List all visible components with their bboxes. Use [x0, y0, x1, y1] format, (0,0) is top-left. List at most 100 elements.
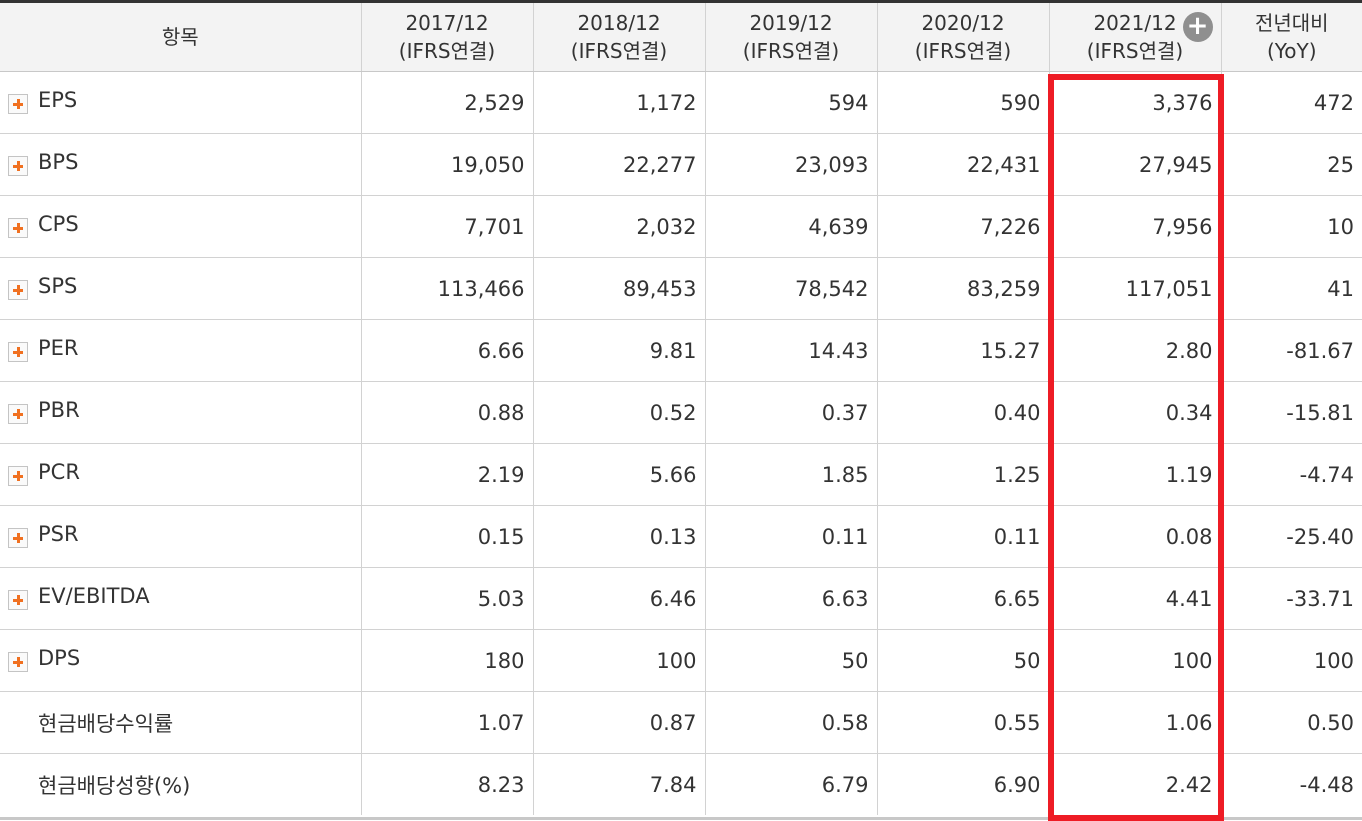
row-item[interactable]: PER	[8, 334, 79, 362]
expand-plus-icon[interactable]	[8, 342, 28, 362]
row-item[interactable]: PSR	[8, 520, 79, 548]
header-basis: (IFRS연결)	[534, 37, 705, 65]
value-cell: 22,431	[877, 134, 1049, 196]
header-2020: 2020/12 (IFRS연결)	[877, 3, 1049, 72]
expand-plus-icon[interactable]	[8, 466, 28, 486]
expand-plus-icon[interactable]	[8, 218, 28, 238]
table-row: PBR0.880.520.370.400.34-15.81	[0, 382, 1362, 444]
row-item-cell[interactable]: PCR	[0, 444, 361, 506]
value-cell: 7,226	[877, 196, 1049, 258]
table-row: DPS1801005050100100	[0, 630, 1362, 692]
row-item-cell[interactable]: BPS	[0, 134, 361, 196]
row-item-cell[interactable]: CPS	[0, 196, 361, 258]
row-item-cell[interactable]: EV/EBITDA	[0, 568, 361, 630]
row-label: EPS	[38, 88, 77, 112]
expand-plus-icon[interactable]	[8, 404, 28, 424]
row-label: 현금배당성향(%)	[8, 770, 190, 800]
row-item[interactable]: EV/EBITDA	[8, 582, 150, 610]
row-label: SPS	[38, 274, 77, 298]
value-cell: 2.19	[361, 444, 533, 506]
value-cell: 27,945	[1049, 134, 1221, 196]
value-cell: 0.11	[705, 506, 877, 568]
value-cell: 1.19	[1049, 444, 1221, 506]
value-cell: 0.52	[533, 382, 705, 444]
value-cell: 0.08	[1049, 506, 1221, 568]
row-label: CPS	[38, 212, 79, 236]
row-label: DPS	[38, 646, 80, 670]
value-cell: 6.66	[361, 320, 533, 382]
expand-plus-icon[interactable]	[8, 94, 28, 114]
value-cell: 0.87	[533, 692, 705, 754]
value-cell: 7,701	[361, 196, 533, 258]
row-item-cell[interactable]: DPS	[0, 630, 361, 692]
header-period: 2019/12	[706, 9, 877, 37]
row-item[interactable]: EPS	[8, 86, 77, 114]
header-yoy: 전년대비 (YoY)	[1221, 3, 1362, 72]
value-cell: 3,376	[1049, 72, 1221, 134]
header-2019: 2019/12 (IFRS연결)	[705, 3, 877, 72]
value-cell: 19,050	[361, 134, 533, 196]
value-cell: 89,453	[533, 258, 705, 320]
row-item[interactable]: DPS	[8, 644, 80, 672]
yoy-cell: 10	[1221, 196, 1362, 258]
table-row: BPS19,05022,27723,09322,43127,94525	[0, 134, 1362, 196]
value-cell: 0.58	[705, 692, 877, 754]
value-cell: 2,032	[533, 196, 705, 258]
header-basis: (IFRS연결)	[706, 37, 877, 65]
expand-plus-icon[interactable]	[8, 280, 28, 300]
add-column-plus-icon[interactable]: +	[1183, 12, 1213, 42]
row-item-cell[interactable]: PSR	[0, 506, 361, 568]
value-cell: 6.90	[877, 754, 1049, 816]
row-item-cell[interactable]: SPS	[0, 258, 361, 320]
value-cell: 0.11	[877, 506, 1049, 568]
row-item-cell[interactable]: PBR	[0, 382, 361, 444]
header-period: 2017/12	[362, 9, 533, 37]
value-cell: 6.46	[533, 568, 705, 630]
financial-ratios-table: 항목 2017/12 (IFRS연결) 2018/12 (IFRS연결) 201…	[0, 3, 1362, 815]
value-cell: 78,542	[705, 258, 877, 320]
expand-plus-icon[interactable]	[8, 652, 28, 672]
expand-plus-icon[interactable]	[8, 590, 28, 610]
table-row: PCR2.195.661.851.251.19-4.74	[0, 444, 1362, 506]
value-cell: 0.37	[705, 382, 877, 444]
value-cell: 4.41	[1049, 568, 1221, 630]
header-basis: (YoY)	[1222, 37, 1362, 65]
value-cell: 2,529	[361, 72, 533, 134]
value-cell: 4,639	[705, 196, 877, 258]
value-cell: 9.81	[533, 320, 705, 382]
row-item-cell: 현금배당성향(%)	[0, 754, 361, 816]
value-cell: 0.13	[533, 506, 705, 568]
row-item[interactable]: PCR	[8, 458, 80, 486]
row-item: 현금배당성향(%)	[8, 770, 190, 800]
value-cell: 1.25	[877, 444, 1049, 506]
value-cell: 117,051	[1049, 258, 1221, 320]
expand-plus-icon[interactable]	[8, 156, 28, 176]
row-label: EV/EBITDA	[38, 584, 150, 608]
yoy-cell: 100	[1221, 630, 1362, 692]
row-label: PER	[38, 336, 79, 360]
yoy-cell: -25.40	[1221, 506, 1362, 568]
row-item-cell[interactable]: PER	[0, 320, 361, 382]
value-cell: 590	[877, 72, 1049, 134]
yoy-cell: -4.74	[1221, 444, 1362, 506]
table-row: EV/EBITDA5.036.466.636.654.41-33.71	[0, 568, 1362, 630]
row-item-cell[interactable]: EPS	[0, 72, 361, 134]
header-item: 항목	[0, 3, 361, 72]
value-cell: 1.06	[1049, 692, 1221, 754]
table-header-row: 항목 2017/12 (IFRS연결) 2018/12 (IFRS연결) 201…	[0, 3, 1362, 72]
value-cell: 22,277	[533, 134, 705, 196]
row-item[interactable]: CPS	[8, 210, 79, 238]
expand-plus-icon[interactable]	[8, 528, 28, 548]
header-2021: 2021/12 (IFRS연결) +	[1049, 3, 1221, 72]
yoy-cell: 0.50	[1221, 692, 1362, 754]
financial-table-frame: 항목 2017/12 (IFRS연결) 2018/12 (IFRS연결) 201…	[0, 0, 1362, 820]
row-item-cell: 현금배당수익률	[0, 692, 361, 754]
value-cell: 1.07	[361, 692, 533, 754]
value-cell: 1,172	[533, 72, 705, 134]
row-item[interactable]: SPS	[8, 272, 77, 300]
row-item[interactable]: PBR	[8, 396, 80, 424]
row-item[interactable]: BPS	[8, 148, 78, 176]
row-item: 현금배당수익률	[8, 708, 173, 738]
value-cell: 113,466	[361, 258, 533, 320]
value-cell: 50	[705, 630, 877, 692]
